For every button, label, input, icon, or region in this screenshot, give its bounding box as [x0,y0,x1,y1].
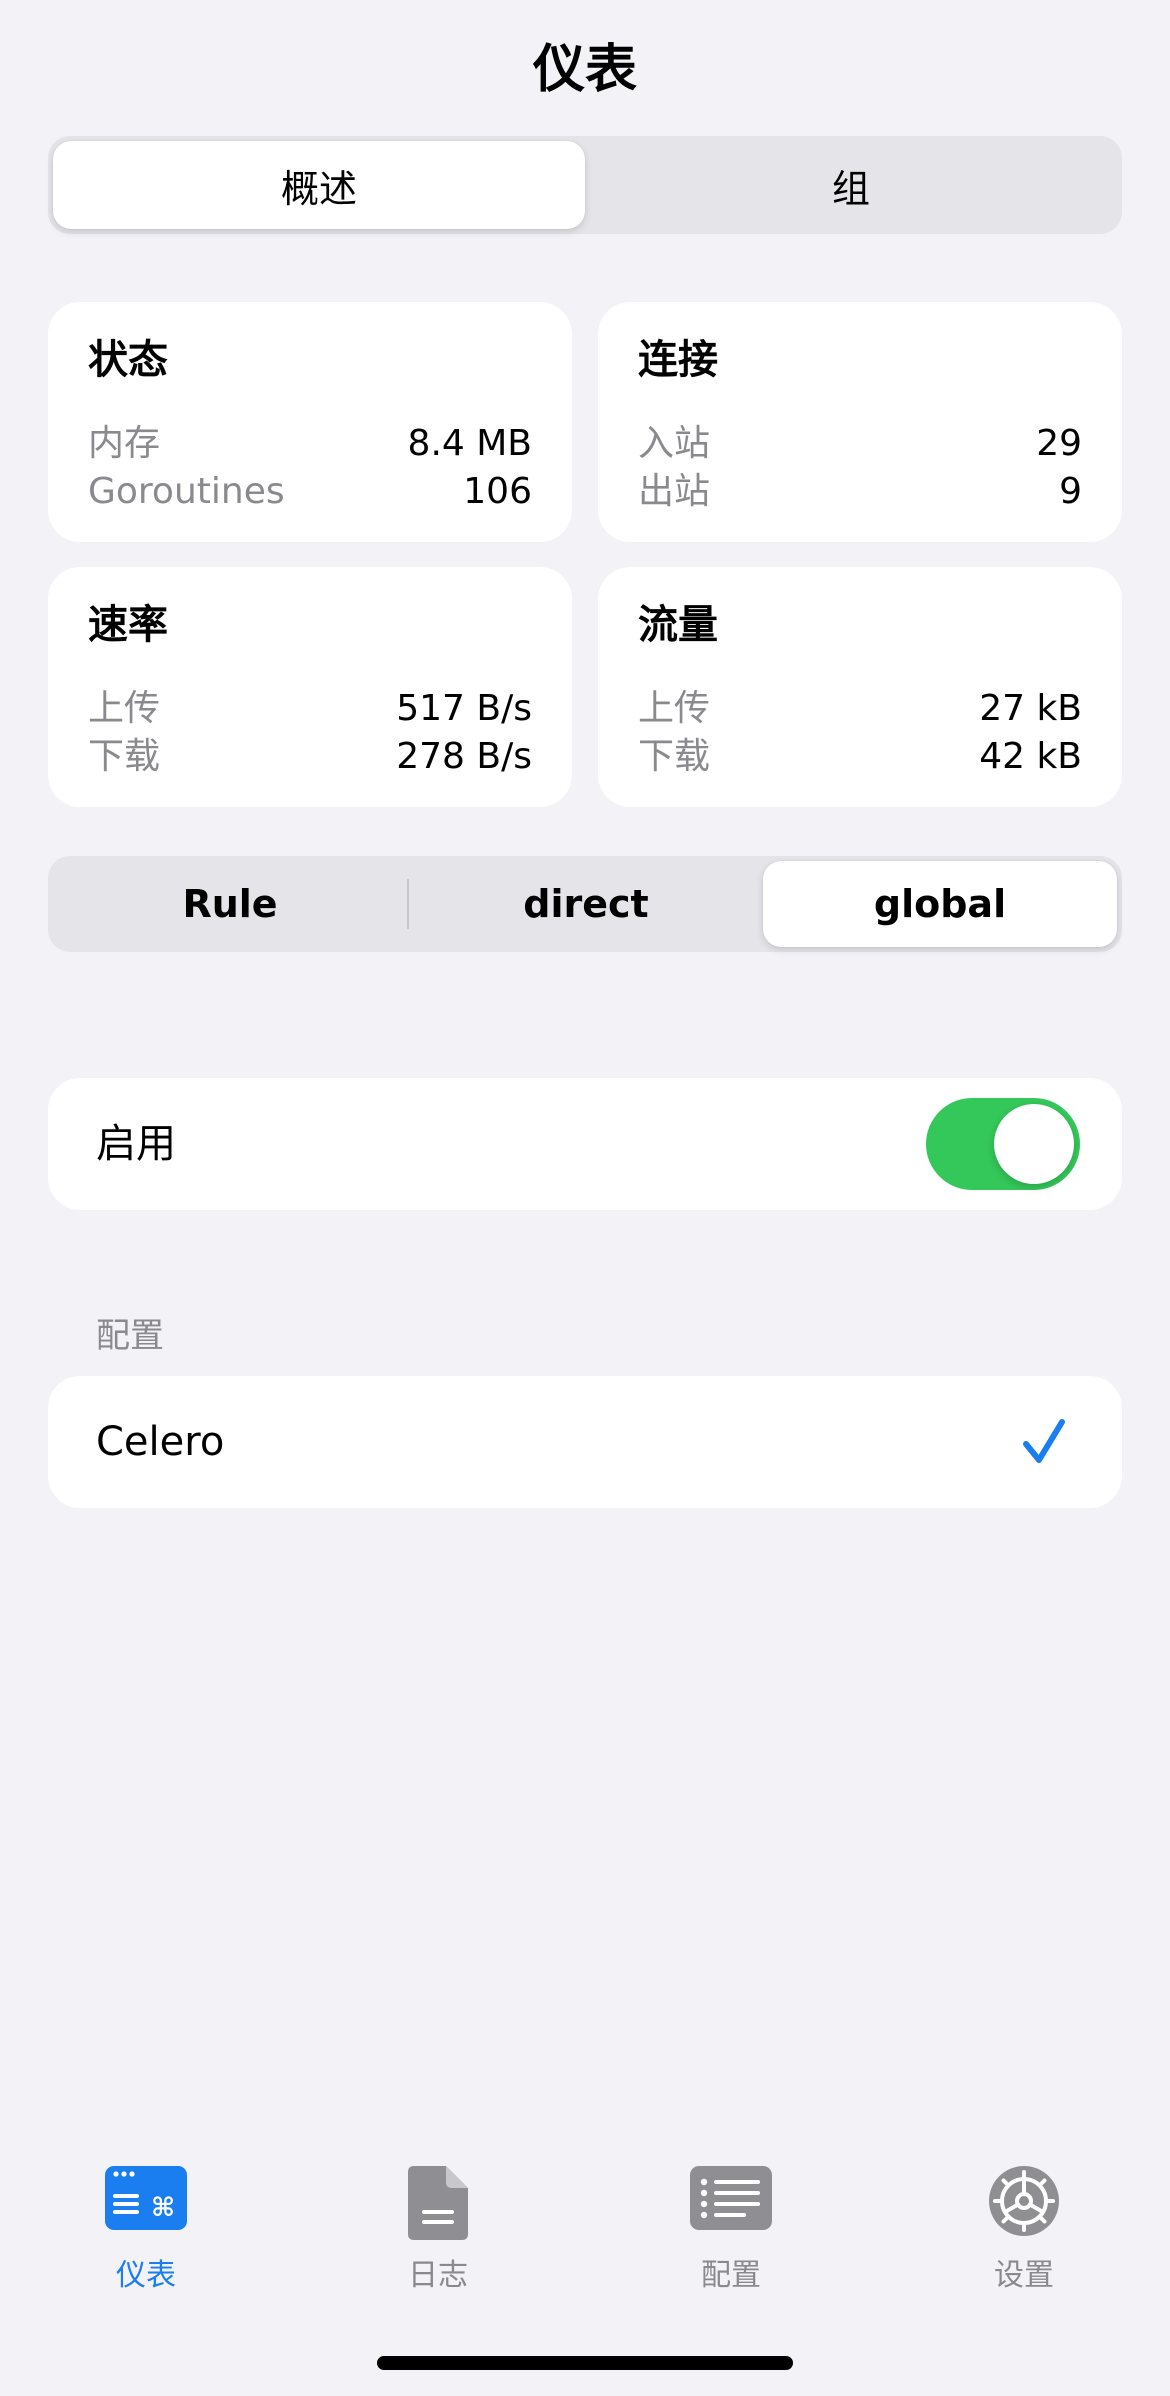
upload-speed-label: 上传 [88,688,161,729]
inbound-value: 29 [1036,423,1082,464]
tab-groups[interactable]: 组 [585,141,1117,229]
goroutines-label: Goroutines [88,471,285,512]
download-traffic-row: 下载 42 kB [638,733,1082,781]
status-card-title: 状态 [88,337,168,383]
download-speed-value: 278 B/s [396,736,532,777]
connections-card-title: 连接 [638,337,718,383]
profile-name: Celero [96,1419,225,1465]
svg-text:⌘: ⌘ [151,2193,175,2223]
goroutines-value: 106 [463,471,532,512]
inbound-label: 入站 [638,423,711,464]
outbound-value: 9 [1059,471,1082,512]
checkmark-icon [1023,1419,1065,1463]
download-speed-row: 下载 278 B/s [88,733,532,781]
upload-traffic-label: 上传 [638,688,711,729]
mode-direct[interactable]: direct [409,861,763,947]
download-speed-label: 下载 [88,736,161,777]
traffic-card: 流量 上传 27 kB 下载 42 kB [598,567,1122,807]
upload-traffic-value: 27 kB [979,688,1082,729]
dashboard-icon: ⌘ [105,2166,187,2230]
traffic-card-title: 流量 [638,602,718,648]
tab-overview[interactable]: 概述 [53,141,585,229]
download-traffic-value: 42 kB [979,736,1082,777]
enable-label: 启用 [96,1121,176,1167]
tabbar-item-dashboard[interactable]: ⌘ 仪表 [46,2150,246,2310]
tabbar-item-profiles[interactable]: 配置 [631,2150,831,2310]
speed-card: 速率 上传 517 B/s 下载 278 B/s [48,567,572,807]
tabbar-label-settings: 设置 [994,2258,1054,2293]
list-icon [690,2166,772,2230]
mode-rule[interactable]: Rule [53,861,407,947]
status-card: 状态 内存 8.4 MB Goroutines 106 [48,302,572,542]
outbound-row: 出站 9 [638,468,1082,516]
outbound-label: 出站 [638,471,711,512]
toggle-knob [994,1104,1074,1184]
enable-toggle[interactable] [926,1098,1080,1190]
mode-segmented-control: Rule direct global [48,856,1122,952]
connections-card: 连接 入站 29 出站 9 [598,302,1122,542]
tabbar-label-profiles: 配置 [701,2258,761,2293]
mode-global[interactable]: global [763,861,1117,947]
document-icon [408,2166,468,2240]
memory-label: 内存 [88,423,161,464]
memory-row: 内存 8.4 MB [88,420,532,468]
tabbar-item-settings[interactable]: 设置 [924,2150,1124,2310]
tabbar-label-logs: 日志 [408,2258,468,2293]
tabbar-label-dashboard: 仪表 [116,2258,176,2293]
profile-row[interactable]: Celero [48,1376,1122,1508]
speed-card-title: 速率 [88,602,168,648]
download-traffic-label: 下载 [638,736,711,777]
view-segmented-control: 概述 组 [48,136,1122,234]
upload-speed-row: 上传 517 B/s [88,685,532,733]
gear-icon [989,2166,1059,2236]
profiles-section-header: 配置 [96,1316,164,1356]
tabbar-item-logs[interactable]: 日志 [338,2150,538,2310]
memory-value: 8.4 MB [407,423,532,464]
upload-traffic-row: 上传 27 kB [638,685,1082,733]
inbound-row: 入站 29 [638,420,1082,468]
enable-row: 启用 [48,1078,1122,1210]
goroutines-row: Goroutines 106 [88,468,532,516]
home-indicator[interactable] [377,2356,793,2370]
page-title: 仪表 [532,40,637,100]
upload-speed-value: 517 B/s [396,688,532,729]
tab-bar: ⌘ 仪表 日志 配置 设置 [0,2150,1170,2310]
